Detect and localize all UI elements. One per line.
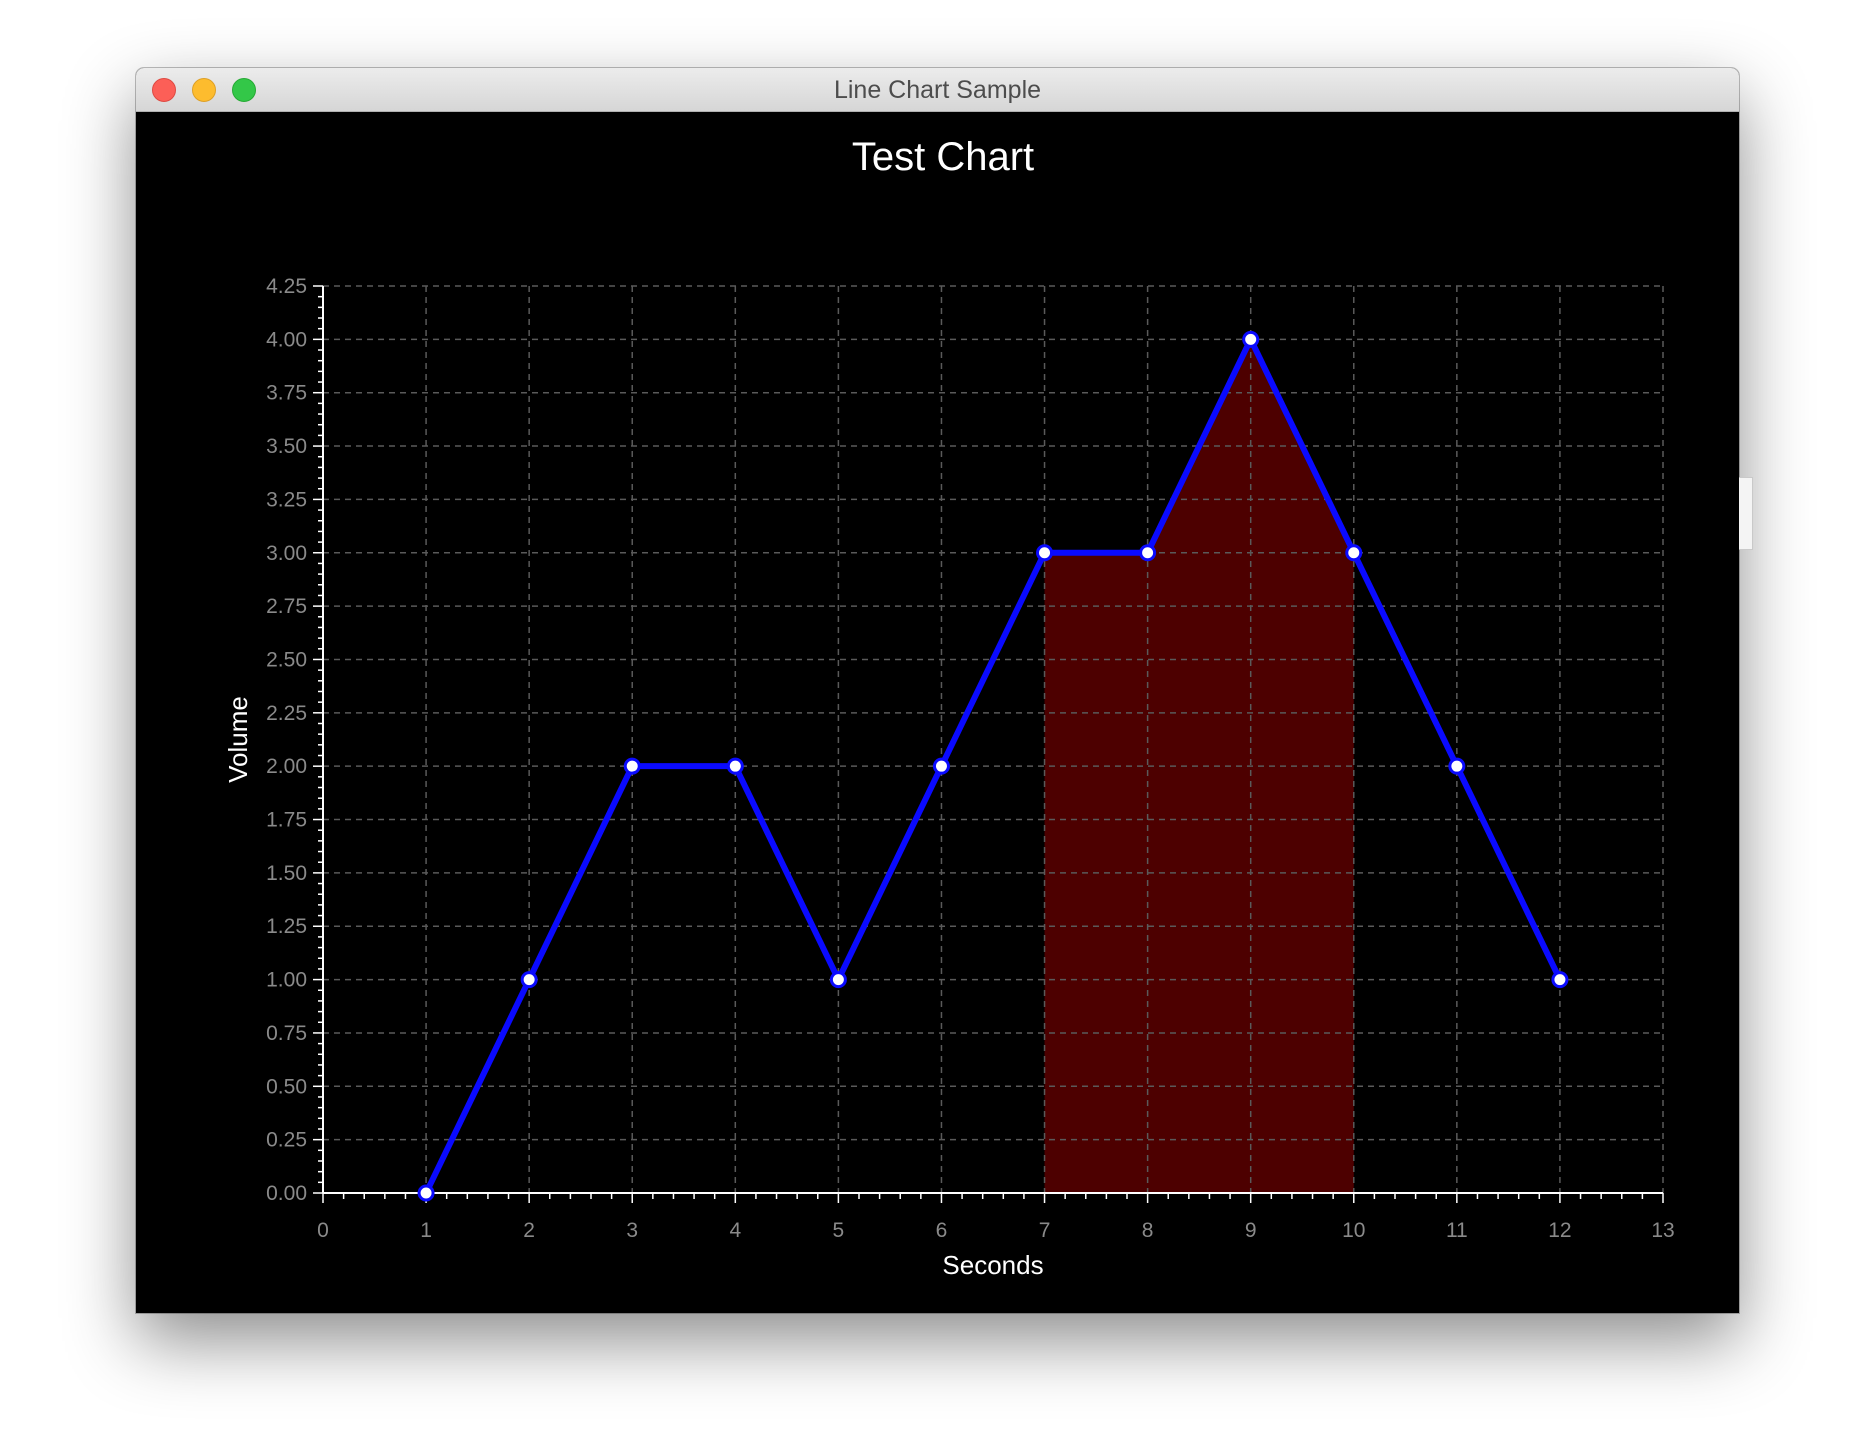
series-line [423, 336, 1563, 1195]
x-tick-label: 12 [1548, 1219, 1571, 1242]
y-tick-label: 3.00 [266, 542, 307, 565]
y-tick-label: 2.25 [266, 702, 307, 725]
data-point[interactable] [1139, 544, 1157, 562]
x-tick-label: 6 [936, 1219, 948, 1242]
app-window: Line Chart Sample Test Chart 0.00 0.25 0.50… [136, 68, 1739, 1313]
y-tick-label: 3.75 [266, 382, 307, 405]
y-tick-label: 1.00 [266, 969, 307, 992]
data-point[interactable] [623, 757, 641, 775]
x-tick-label: 1 [420, 1219, 432, 1242]
data-point[interactable] [417, 1184, 435, 1202]
chart-area: Test Chart 0.00 0.25 0.50 0.75 1.00 1.25 1.50 1.… [136, 112, 1739, 1313]
x-tick-label: 7 [1039, 1219, 1051, 1242]
data-point[interactable] [1036, 544, 1054, 562]
y-tick-label: 0.00 [266, 1182, 307, 1205]
x-tick-label: 4 [729, 1219, 741, 1242]
y-tick-label: 3.25 [266, 488, 307, 511]
data-point[interactable] [1448, 757, 1466, 775]
x-tick-label: 11 [1446, 1219, 1468, 1242]
data-point[interactable] [1242, 330, 1260, 348]
y-tick-label: 2.00 [266, 755, 307, 778]
line-chart: Test Chart 0.00 0.25 0.50 0.75 1.00 1.25 1.50 1.… [223, 135, 1675, 1280]
y-tick-label: 1.50 [266, 862, 307, 885]
x-axis-label: Seconds [942, 1250, 1043, 1280]
y-tick-label: 0.50 [266, 1075, 307, 1098]
data-point[interactable] [726, 757, 744, 775]
x-tick-label: 8 [1142, 1219, 1154, 1242]
y-tick-label: 1.75 [266, 809, 307, 832]
x-tick-label: 2 [523, 1219, 535, 1242]
x-tick-label: 0 [317, 1219, 329, 1242]
y-tick-label: 2.50 [266, 648, 307, 671]
y-tick-label: 2.75 [266, 595, 307, 618]
x-tick-label: 5 [833, 1219, 845, 1242]
data-point[interactable] [932, 757, 950, 775]
x-tick-label: 9 [1245, 1219, 1257, 1242]
x-tick-label: 10 [1342, 1219, 1365, 1242]
y-tick-label: 0.75 [266, 1022, 307, 1045]
data-point[interactable] [829, 971, 847, 989]
x-tick-label: 3 [626, 1219, 638, 1242]
data-point[interactable] [1345, 544, 1363, 562]
y-tick-label: 4.25 [266, 275, 307, 298]
side-tab-handle[interactable] [1739, 477, 1753, 550]
y-tick-label: 0.25 [266, 1129, 307, 1152]
window-title: Line Chart Sample [833, 76, 1042, 104]
data-point[interactable] [520, 971, 538, 989]
y-tick-label: 4.00 [266, 328, 307, 351]
y-axis-label: Volume [223, 696, 253, 783]
x-tick-label: 13 [1651, 1219, 1674, 1242]
y-tick-label: 1.25 [266, 915, 307, 938]
chart-title: Test Chart [852, 135, 1034, 179]
data-point[interactable] [1551, 971, 1569, 989]
y-tick-label: 3.50 [266, 435, 307, 458]
title-bar[interactable]: Line Chart Sample [136, 68, 1739, 112]
